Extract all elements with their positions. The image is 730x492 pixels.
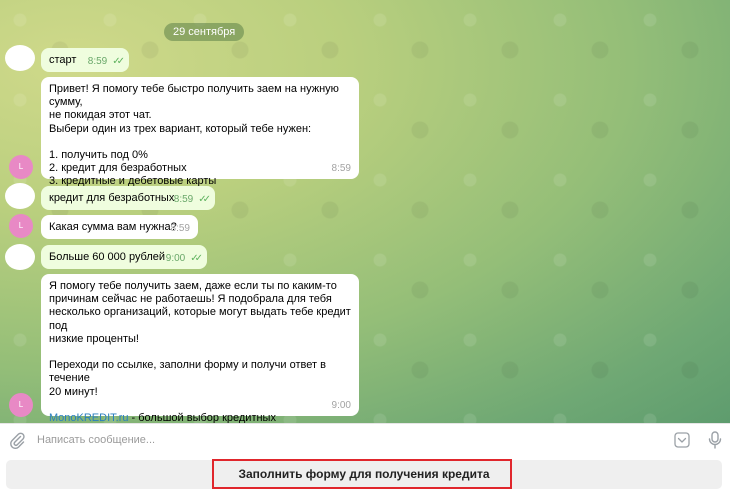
avatar-letter: L [18, 162, 24, 171]
message-time: 9:00 [331, 399, 351, 411]
message-input[interactable]: Написать сообщение... [37, 434, 155, 446]
message-meta: 9:00 [332, 399, 351, 412]
message-link[interactable]: MonoKREDIT.ru [49, 412, 128, 423]
bot-avatar[interactable]: L [9, 214, 33, 238]
avatar-letter: L [18, 400, 24, 409]
double-check-icon: ✓✓ [112, 55, 125, 67]
message-text: Больше 60 000 рублей [49, 251, 166, 263]
message-incoming[interactable]: Я помогу тебе получить заем, даже если т… [41, 274, 359, 423]
date-separator: 29 сентября [164, 23, 245, 41]
message-text: старт [49, 54, 77, 66]
message-time: 8:59 [87, 55, 108, 67]
avatar-letter: L [18, 221, 24, 230]
chat-area[interactable]: 29 сентября старт 8:59 ✓✓ L Привет! Я по… [0, 0, 730, 423]
message-time: 9:00 [165, 252, 186, 264]
message-incoming[interactable]: Привет! Я помогу тебе быстро получить за… [41, 77, 359, 187]
message-text: Привет! Я помогу тебе быстро получить за… [49, 83, 339, 188]
message-time: 8:59 [173, 193, 194, 205]
double-check-icon: ✓✓ [190, 252, 203, 264]
message-outgoing[interactable]: кредит для безработных 8:59 ✓✓ [41, 186, 215, 210]
fill-form-button[interactable]: Заполнить форму для получения кредита [6, 460, 722, 489]
emoji-icon[interactable] [674, 432, 690, 448]
bot-avatar[interactable]: L [9, 393, 33, 417]
message-text: кредит для безработных [49, 192, 175, 204]
message-meta: 8:59 ✓✓ [87, 55, 125, 68]
user-avatar[interactable] [5, 183, 35, 209]
message-text: Я помогу тебе получить заем, даже если т… [49, 280, 351, 423]
message-meta: 9:00 ✓✓ [165, 252, 203, 265]
double-check-icon: ✓✓ [198, 193, 211, 205]
bot-avatar[interactable]: L [9, 155, 33, 179]
user-avatar[interactable] [5, 244, 35, 270]
message-meta: 8:59 [171, 222, 190, 235]
message-time: 8:59 [170, 222, 190, 234]
message-text-part: Я помогу тебе получить заем, даже если т… [49, 280, 351, 398]
message-incoming[interactable]: Какая сумма вам нужна? 8:59 [41, 215, 198, 239]
microphone-icon[interactable] [707, 431, 723, 449]
message-time: 8:59 [331, 162, 351, 174]
bot-keyboard: Заполнить форму для получения кредита [0, 456, 730, 492]
user-avatar[interactable] [5, 45, 35, 71]
message-outgoing[interactable]: старт 8:59 ✓✓ [41, 48, 129, 72]
message-meta: 8:59 ✓✓ [173, 193, 211, 206]
paperclip-icon[interactable] [8, 431, 26, 450]
message-meta: 8:59 [332, 162, 351, 175]
message-outgoing[interactable]: Больше 60 000 рублей 9:00 ✓✓ [41, 245, 207, 269]
message-input-bar: Написать сообщение... [0, 423, 730, 456]
message-text: Какая сумма вам нужна? [49, 221, 177, 233]
